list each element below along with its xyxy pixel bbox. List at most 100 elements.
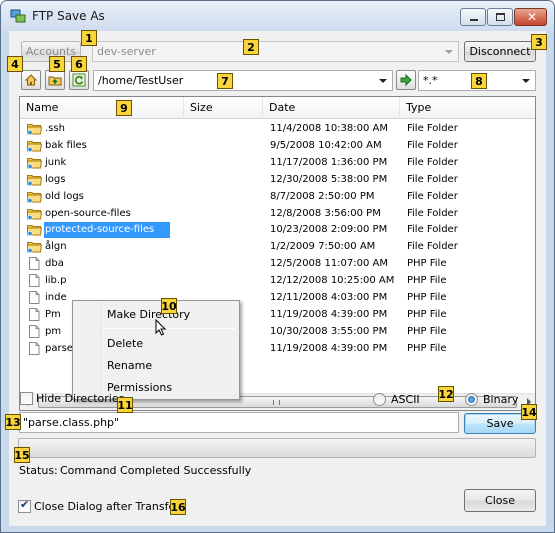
title-bar[interactable]: FTP Save As ✕ [1,1,554,31]
close-button[interactable]: Close [464,489,536,512]
chevron-down-icon [522,78,530,83]
cell-type: PHP File [407,258,447,270]
minimize-button[interactable] [460,8,486,26]
cell-name: protected-source-files [45,224,155,236]
file-icon [29,274,40,288]
column-header-size[interactable]: Size [184,97,263,119]
cell-type: PHP File [407,308,447,320]
callout-12: 12 [438,386,454,402]
callout-3: 3 [531,34,547,50]
close-after-transfer-label: Close Dialog after Transfer [34,500,180,513]
cell-date: 11/19/2008 4:39:00 PM [270,308,388,320]
cell-name: dba [45,258,64,270]
transfer-progress-bar [18,438,536,458]
folder-icon [27,174,42,186]
folder-row[interactable]: protected-source-files 10/23/2008 2:09:00… [20,222,535,239]
file-icon [29,307,40,321]
folder-row[interactable]: old logs 8/7/2008 2:50:00 PM File Folder [20,189,535,206]
column-header-date[interactable]: Date [263,97,400,119]
file-row[interactable]: lib.p 12/12/2008 10:25:00 AM PHP File [20,273,535,290]
binary-radio[interactable] [465,393,478,406]
refresh-icon [72,73,86,87]
cell-type: PHP File [407,325,447,337]
cell-name: pm [45,325,62,337]
column-header-type[interactable]: Type [400,97,535,119]
folder-icon [27,157,42,169]
up-folder-button[interactable] [45,70,65,90]
callout-5: 5 [49,56,65,72]
folder-icon [27,140,42,152]
folder-row[interactable]: junk 11/17/2008 1:36:00 PM File Folder [20,155,535,172]
cell-name: .ssh [45,123,65,134]
callout-7: 7 [217,73,233,89]
status-label: Status: [19,464,58,477]
refresh-button[interactable] [69,70,89,90]
folder-icon [27,208,42,220]
grip-icon [273,400,280,405]
path-value: /home/TestUser [98,74,184,87]
maximize-button[interactable] [487,8,513,26]
close-window-button[interactable]: ✕ [514,8,547,26]
cell-name: Pm [45,308,61,320]
cell-name: inde [45,292,67,303]
ascii-radio[interactable] [373,393,386,406]
chevron-down-icon [445,49,453,54]
folder-icon [27,225,42,237]
chevron-down-icon [379,78,387,83]
cell-name: logs [45,173,66,185]
cell-type: PHP File [407,342,447,354]
path-combo[interactable]: /home/TestUser [93,70,393,91]
callout-14: 14 [521,404,537,420]
file-icon [29,257,40,271]
arrow-right-icon [400,73,412,87]
go-button[interactable] [396,70,416,90]
ftp-save-as-dialog: FTP Save As ✕ Accounts dev-server Discon… [0,0,555,533]
callout-4: 4 [7,56,23,72]
hide-directories-label: Hide Directories [36,392,125,405]
context-menu: Make Directory Delete Rename Permissions [72,300,240,400]
binary-label: Binary [483,393,519,406]
file-row[interactable]: dba 12/5/2008 11:07:00 AM PHP File [20,256,535,273]
cell-type: File Folder [407,139,458,151]
callout-13: 13 [5,414,21,430]
checkmark-icon: ✔ [20,498,30,511]
folder-row[interactable]: bak files 9/5/2008 10:42:00 AM File Folder [20,138,535,155]
folder-icon [27,191,42,203]
cell-type: File Folder [407,173,458,185]
cell-type: File Folder [407,190,458,202]
menu-item-make-directory[interactable]: Make Directory [107,308,190,321]
filename-input[interactable]: "parse.class.php" [19,412,459,433]
cell-type: File Folder [407,224,458,236]
cell-name: bak files [45,139,87,151]
callout-8: 8 [471,73,487,89]
folder-row[interactable]: .ssh 11/4/2008 10:38:00 AM File Folder [20,121,535,138]
minimize-icon [470,19,478,21]
list-header: Name Size Date Type [20,97,535,119]
folder-row[interactable]: ålgn 1/2/2009 7:50:00 AM File Folder [20,239,535,256]
cell-date: 12/12/2008 10:25:00 AM [270,275,395,287]
callout-15: 15 [14,447,30,463]
cell-name: open-source-files [45,207,131,219]
folder-row[interactable]: logs 12/30/2008 5:38:00 PM File Folder [20,172,535,189]
cell-type: PHP File [407,275,447,287]
up-folder-icon [48,76,62,86]
cell-name: old logs [45,190,84,202]
cell-date: 12/30/2008 5:38:00 PM [270,173,388,185]
home-button[interactable] [21,70,41,90]
file-list[interactable]: Name Size Date Type .ssh 11/4/2008 10:38:… [19,96,536,411]
callout-9: 9 [116,100,132,116]
cell-date: 10/23/2008 2:09:00 PM [270,224,388,236]
close-after-transfer-checkbox[interactable]: ✔ [18,498,31,513]
cell-type: File Folder [407,241,458,253]
hide-directories-checkbox[interactable] [20,392,33,405]
callout-6: 6 [71,56,87,72]
column-header-name[interactable]: Name [20,97,184,119]
cell-date: 8/7/2008 2:50:00 PM [270,190,375,202]
server-combo[interactable]: dev-server [92,41,459,62]
disconnect-button[interactable]: Disconnect [464,41,536,62]
menu-item-rename[interactable]: Rename [107,359,152,372]
folder-row[interactable]: open-source-files 12/8/2008 3:56:00 PM Fil… [20,206,535,223]
cell-date: 11/4/2008 10:38:00 AM [270,123,389,134]
status-text: Command Completed Successfully [60,464,252,477]
menu-item-delete[interactable]: Delete [107,337,143,350]
